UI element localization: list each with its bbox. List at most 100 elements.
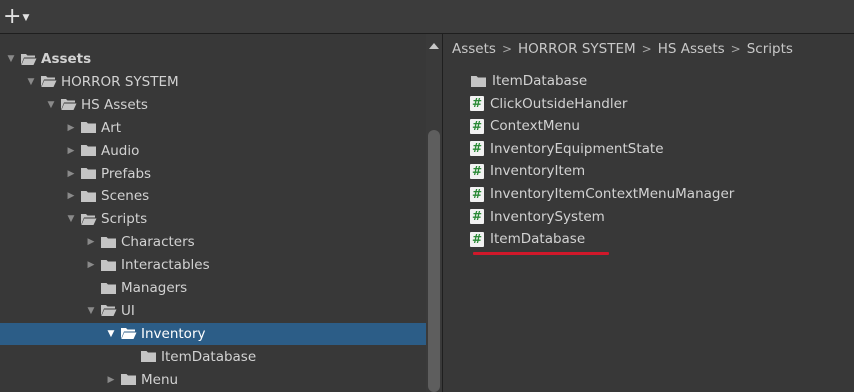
scroll-up-arrow-icon[interactable] [429,43,439,49]
file-item-label: ClickOutsideHandler [490,95,628,112]
collapse-arrow-icon[interactable]: ▶ [66,123,76,133]
tree-item-label: Characters [121,234,195,251]
chevron-down-icon: ▼ [22,13,30,23]
red-underline-annotation [473,252,609,255]
tree-item[interactable]: Managers [0,277,426,299]
folder-open-icon [101,305,117,317]
breadcrumb-item[interactable]: Scripts [747,41,793,57]
folder-icon [101,259,116,271]
tree-item-label: Interactables [121,257,210,274]
toolbar: + ▼ [0,0,854,34]
csharp-script-icon: # [470,186,484,202]
tree-item-label: Managers [121,280,188,296]
tree-item[interactable]: ▼ Inventory [0,322,426,345]
expand-arrow-icon[interactable]: ▼ [106,329,116,339]
file-item[interactable]: # InventorySystem [470,206,605,228]
tree-item[interactable]: ▶ Audio [0,140,426,162]
collapse-arrow-icon[interactable]: ▶ [66,169,76,179]
folder-icon [81,168,96,179]
breadcrumb-separator: > [730,42,741,56]
folder-icon [471,75,486,87]
breadcrumb-separator: > [641,42,652,56]
tree-item[interactable]: ▶ Scenes [0,185,426,207]
expand-arrow-icon[interactable]: ▼ [26,77,36,87]
folder-open-icon [81,213,97,225]
folder-icon [101,282,116,294]
tree-item[interactable]: ▶ Menu [0,369,426,391]
collapse-arrow-icon[interactable]: ▶ [66,146,76,156]
expand-arrow-icon[interactable]: ▼ [6,54,16,64]
file-item-label: InventoryItemContextMenuManager [490,186,735,202]
breadcrumb: Assets > HORROR SYSTEM > HS Assets > Scripts [452,41,793,57]
file-item[interactable]: # ContextMenu [470,115,580,137]
expand-arrow-icon[interactable]: ▼ [46,100,56,110]
folder-icon [81,122,96,134]
csharp-script-icon: # [470,141,484,157]
file-item-label: ItemDatabase [490,231,586,248]
folder-open-icon [21,53,37,65]
tree-item[interactable]: ▶ Prefabs [0,163,426,185]
folder-contents-pane: Assets > HORROR SYSTEM > HS Assets > Scripts I… [443,34,854,392]
tree-item[interactable]: ▶ Art [0,117,426,139]
tree-item-label: Art [101,119,122,136]
folder-icon [81,190,96,202]
collapse-arrow-icon[interactable]: ▶ [66,191,76,201]
tree-item[interactable]: ▼ HORROR SYSTEM [0,71,426,93]
collapse-arrow-icon[interactable]: ▶ [86,237,96,247]
create-dropdown-button[interactable]: + ▼ [3,6,43,28]
folder-icon [141,351,156,363]
scrollbar-thumb[interactable] [428,130,440,392]
file-item[interactable]: # InventoryEquipmentState [470,138,664,160]
folder-open-icon [41,76,57,88]
tree-item-label: Assets [41,51,92,67]
breadcrumb-separator: > [501,42,512,56]
folder-open-icon [61,99,77,111]
tree-item-label: UI [121,302,135,319]
breadcrumb-item[interactable]: HORROR SYSTEM [518,41,636,57]
file-item-label: InventoryEquipmentState [490,140,664,157]
file-item[interactable]: # ClickOutsideHandler [470,93,627,115]
tree-item[interactable]: ▼ Assets [0,48,426,70]
csharp-script-icon: # [470,231,484,247]
expand-arrow-icon[interactable]: ▼ [66,214,76,224]
tree-item-label: ItemDatabase [161,348,257,365]
tree-item-label: Scenes [101,188,150,205]
tree-item[interactable]: ▼ UI [0,300,426,322]
tree-item[interactable]: ▶ Characters [0,231,426,253]
file-item-label: InventoryItem [490,163,586,180]
folder-icon [121,374,136,386]
tree-item-label: Audio [101,142,140,159]
folder-tree-pane: ▼ Assets ▼ HORROR SYSTEM ▼ HS Assets ▶ Art ▶ Audi… [0,34,426,392]
file-item[interactable]: # InventoryItemContextMenuManager [470,183,734,205]
tree-item[interactable]: ItemDatabase [0,346,426,368]
expand-arrow-icon[interactable]: ▼ [86,306,96,316]
tree-item-label: HORROR SYSTEM [61,73,179,90]
file-item-label: ItemDatabase [492,73,588,89]
file-item[interactable]: # InventoryItem [470,160,585,182]
csharp-script-icon: # [470,96,484,112]
plus-icon: + [3,4,22,29]
file-item[interactable]: ItemDatabase [470,70,587,92]
tree-item[interactable]: ▼ Scripts [0,208,426,230]
tree-scrollbar[interactable] [426,34,442,392]
collapse-arrow-icon[interactable]: ▶ [86,260,96,270]
breadcrumb-item[interactable]: HS Assets [658,41,725,57]
tree-item-label: Scripts [101,211,148,228]
collapse-arrow-icon[interactable]: ▶ [106,375,116,385]
folder-icon [81,145,96,157]
csharp-script-icon: # [470,118,484,134]
file-item-label: InventorySystem [490,208,605,225]
tree-item-label: Menu [141,371,179,388]
tree-item-label: Prefabs [101,165,152,182]
file-item[interactable]: # ItemDatabase [470,228,585,250]
csharp-script-icon: # [470,209,484,225]
tree-item-label: HS Assets [81,96,148,113]
folder-icon [101,236,116,248]
file-item-label: ContextMenu [490,118,580,135]
csharp-script-icon: # [470,163,484,179]
folder-open-icon [121,328,137,340]
breadcrumb-item[interactable]: Assets [452,41,496,57]
tree-item[interactable]: ▼ HS Assets [0,94,426,116]
tree-item[interactable]: ▶ Interactables [0,254,426,276]
tree-item-label: Inventory [141,325,206,342]
